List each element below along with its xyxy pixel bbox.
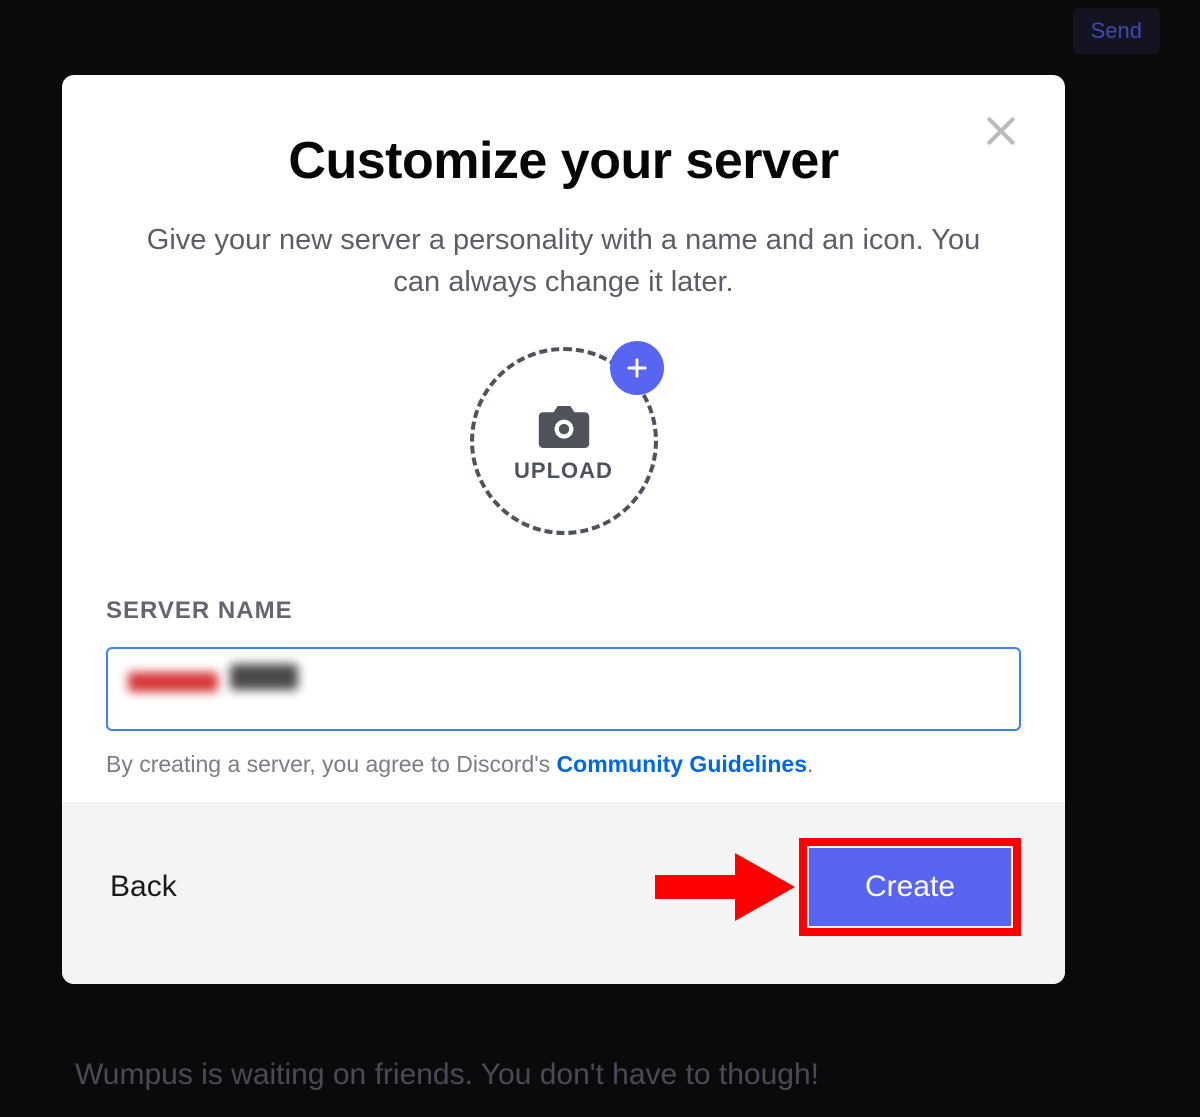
upload-icon-button[interactable]: UPLOAD [470, 347, 658, 535]
annotation-arrow-icon [655, 847, 795, 927]
create-button[interactable]: Create [809, 848, 1011, 926]
modal-title: Customize your server [288, 131, 838, 191]
server-name-label: SERVER NAME [106, 597, 1021, 625]
community-guidelines-link[interactable]: Community Guidelines [557, 751, 807, 777]
modal-subtitle: Give your new server a personality with … [124, 219, 1004, 303]
terms-suffix: . [807, 751, 813, 777]
annotation-highlight-box: Create [799, 838, 1021, 936]
terms-prefix: By creating a server, you agree to Disco… [106, 751, 557, 777]
background-wumpus-text: Wumpus is waiting on friends. You don't … [75, 1058, 819, 1092]
modal-body: Customize your server Give your new serv… [62, 75, 1065, 802]
back-button[interactable]: Back [106, 862, 181, 912]
customize-server-modal: Customize your server Give your new serv… [62, 75, 1065, 984]
plus-icon [623, 354, 651, 382]
background-send-button: Send [1073, 8, 1160, 54]
close-button[interactable] [979, 109, 1023, 153]
modal-footer: Back Create [62, 802, 1065, 984]
server-name-section: SERVER NAME By creating a server, you ag… [106, 597, 1021, 778]
server-name-input[interactable] [106, 647, 1021, 731]
plus-badge [610, 341, 664, 395]
close-icon [981, 111, 1021, 151]
terms-text: By creating a server, you agree to Disco… [106, 751, 1021, 778]
